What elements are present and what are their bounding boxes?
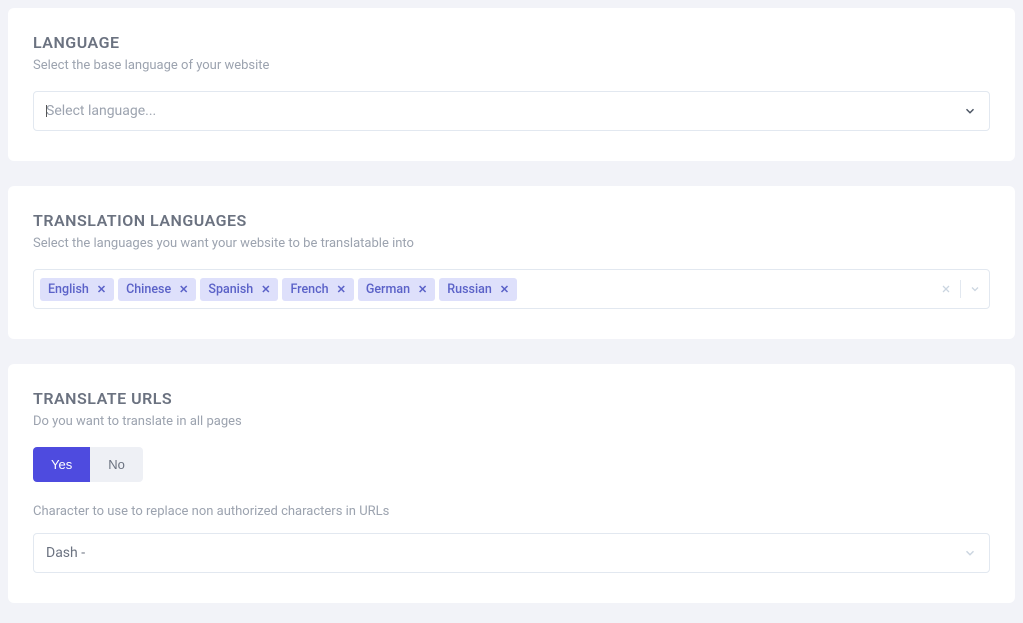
language-tag-label: Spanish [208, 282, 253, 297]
translation-subtitle: Select the languages you want your websi… [33, 236, 990, 251]
translate-urls-subtitle: Do you want to translate in all pages [33, 414, 990, 429]
language-tag: English ✕ [40, 278, 114, 301]
chevron-down-icon[interactable] [963, 546, 977, 560]
remove-tag-icon[interactable]: ✕ [418, 284, 427, 295]
yes-button[interactable]: Yes [33, 447, 90, 482]
text-cursor [46, 105, 47, 117]
language-tag: French ✕ [282, 278, 353, 301]
url-char-select[interactable]: Dash - [33, 533, 990, 573]
chevron-down-icon[interactable] [963, 104, 977, 118]
language-select[interactable]: Select language... [33, 91, 990, 131]
language-tag-label: French [290, 282, 328, 297]
translation-languages-select[interactable]: English✕Chinese✕Spanish✕French✕German✕Ru… [33, 269, 990, 309]
language-tag-label: Chinese [126, 282, 171, 297]
translate-urls-title: TRANSLATE URLS [33, 389, 990, 408]
language-tag: Chinese ✕ [118, 278, 196, 301]
translation-title: TRANSLATION LANGUAGES [33, 211, 990, 230]
language-card: LANGUAGE Select the base language of you… [8, 8, 1015, 161]
translate-urls-card: TRANSLATE URLS Do you want to translate … [8, 364, 1015, 603]
translation-languages-card: TRANSLATION LANGUAGES Select the languag… [8, 186, 1015, 339]
language-tag-label: German [366, 282, 410, 297]
translate-urls-toggle: Yes No [33, 447, 143, 482]
language-tag-label: Russian [447, 282, 492, 297]
remove-tag-icon[interactable]: ✕ [500, 284, 509, 295]
language-select-placeholder: Select language... [46, 103, 156, 119]
no-button[interactable]: No [90, 447, 143, 482]
language-title: LANGUAGE [33, 33, 990, 52]
remove-tag-icon[interactable]: ✕ [97, 284, 106, 295]
language-tag: German ✕ [358, 278, 435, 301]
remove-tag-icon[interactable]: ✕ [261, 284, 270, 295]
separator [960, 280, 961, 298]
remove-tag-icon[interactable]: ✕ [337, 284, 346, 295]
language-subtitle: Select the base language of your website [33, 58, 990, 73]
language-tag: Russian ✕ [439, 278, 517, 301]
clear-all-icon[interactable] [940, 283, 952, 295]
chevron-down-icon[interactable] [969, 283, 981, 295]
remove-tag-icon[interactable]: ✕ [179, 284, 188, 295]
url-char-label: Character to use to replace non authoriz… [33, 504, 990, 519]
language-tag-label: English [48, 282, 89, 297]
language-tag: Spanish ✕ [200, 278, 278, 301]
